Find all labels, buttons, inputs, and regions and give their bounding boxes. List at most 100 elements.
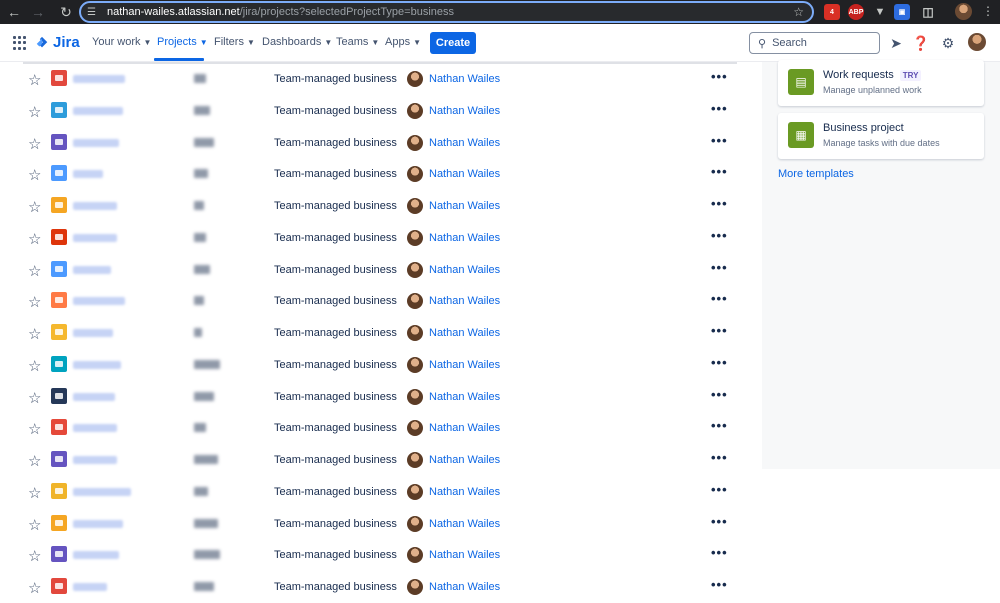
- project-avatar-icon[interactable]: [51, 419, 67, 436]
- vue-extension-icon[interactable]: ▼: [872, 4, 888, 20]
- favorite-star-icon[interactable]: ☆: [28, 166, 41, 184]
- more-actions-icon[interactable]: •••: [711, 291, 728, 306]
- translate-extension-icon[interactable]: ▣: [894, 4, 910, 20]
- project-avatar-icon[interactable]: [51, 260, 67, 277]
- more-actions-icon[interactable]: •••: [711, 228, 728, 243]
- project-avatar-icon[interactable]: [51, 101, 67, 118]
- project-lead-link[interactable]: Nathan Wailes: [429, 549, 500, 561]
- favorite-star-icon[interactable]: ☆: [28, 230, 41, 248]
- project-avatar-icon[interactable]: [51, 578, 67, 594]
- pdf-extension-icon[interactable]: 4: [824, 4, 840, 20]
- forward-icon[interactable]: →: [28, 2, 48, 22]
- project-avatar-icon[interactable]: [51, 133, 67, 150]
- reload-icon[interactable]: ↻: [56, 2, 76, 22]
- site-settings-icon[interactable]: ☰: [87, 7, 101, 18]
- project-lead-link[interactable]: Nathan Wailes: [429, 73, 500, 85]
- project-avatar-icon[interactable]: [51, 165, 67, 182]
- bookmark-star-icon[interactable]: ☆: [793, 5, 804, 19]
- extensions-puzzle-icon[interactable]: ◫: [920, 4, 936, 20]
- favorite-star-icon[interactable]: ☆: [28, 579, 41, 597]
- table-row[interactable]: ☆ Team-managed business Nathan Wailes •••: [0, 381, 740, 413]
- project-lead-link[interactable]: Nathan Wailes: [429, 454, 500, 466]
- settings-gear-icon[interactable]: ⚙: [940, 35, 956, 51]
- nav-apps[interactable]: Apps ▼: [385, 36, 421, 48]
- more-templates-link[interactable]: More templates: [778, 168, 854, 180]
- browser-menu-icon[interactable]: ⋮: [982, 4, 994, 18]
- favorite-star-icon[interactable]: ☆: [28, 420, 41, 438]
- project-lead-link[interactable]: Nathan Wailes: [429, 486, 500, 498]
- table-row[interactable]: ☆ Team-managed business Nathan Wailes •••: [0, 127, 740, 159]
- project-lead-link[interactable]: Nathan Wailes: [429, 264, 500, 276]
- more-actions-icon[interactable]: •••: [711, 101, 728, 116]
- project-name-redacted[interactable]: [73, 360, 121, 369]
- project-name-redacted[interactable]: [73, 329, 113, 337]
- more-actions-icon[interactable]: •••: [711, 196, 728, 211]
- project-lead-link[interactable]: Nathan Wailes: [429, 359, 500, 371]
- favorite-star-icon[interactable]: ☆: [28, 262, 41, 280]
- table-row[interactable]: ☆ Team-managed business Nathan Wailes •••: [0, 317, 740, 349]
- project-name-redacted[interactable]: [73, 170, 103, 179]
- project-avatar-icon[interactable]: [51, 355, 67, 372]
- nav-filters[interactable]: Filters ▼: [214, 36, 255, 48]
- create-button[interactable]: Create: [430, 32, 476, 54]
- project-lead-link[interactable]: Nathan Wailes: [429, 391, 500, 403]
- jira-logo[interactable]: Jira: [35, 34, 80, 51]
- project-avatar-icon[interactable]: [51, 546, 67, 563]
- nav-teams[interactable]: Teams ▼: [336, 36, 379, 48]
- project-lead-link[interactable]: Nathan Wailes: [429, 168, 500, 180]
- favorite-star-icon[interactable]: ☆: [28, 198, 41, 216]
- project-name-redacted[interactable]: [73, 456, 117, 464]
- project-lead-link[interactable]: Nathan Wailes: [429, 422, 500, 434]
- more-actions-icon[interactable]: •••: [711, 387, 728, 402]
- project-lead-link[interactable]: Nathan Wailes: [429, 200, 500, 212]
- favorite-star-icon[interactable]: ☆: [28, 389, 41, 407]
- more-actions-icon[interactable]: •••: [711, 545, 728, 560]
- project-avatar-icon[interactable]: [51, 482, 67, 499]
- table-row[interactable]: ☆ Team-managed business Nathan Wailes •••: [0, 285, 740, 317]
- project-avatar-icon[interactable]: [51, 514, 67, 531]
- user-avatar[interactable]: [968, 33, 986, 51]
- more-actions-icon[interactable]: •••: [711, 355, 728, 370]
- project-name-redacted[interactable]: [73, 297, 125, 306]
- project-name-redacted[interactable]: [73, 75, 125, 83]
- adblock-extension-icon[interactable]: ABP: [848, 4, 864, 20]
- favorite-star-icon[interactable]: ☆: [28, 325, 41, 343]
- table-row[interactable]: ☆ Team-managed business Nathan Wailes •••: [0, 412, 740, 444]
- table-row[interactable]: ☆ Team-managed business Nathan Wailes •••: [0, 158, 740, 190]
- project-avatar-icon[interactable]: [51, 197, 67, 213]
- table-row[interactable]: ☆ Team-managed business Nathan Wailes •••: [0, 476, 740, 508]
- project-avatar-icon[interactable]: [51, 228, 67, 245]
- help-icon[interactable]: ❓: [912, 35, 929, 51]
- more-actions-icon[interactable]: •••: [711, 164, 728, 179]
- more-actions-icon[interactable]: •••: [711, 482, 728, 497]
- table-row[interactable]: ☆ Team-managed business Nathan Wailes •••: [0, 444, 740, 476]
- back-icon[interactable]: ←: [4, 2, 24, 22]
- project-lead-link[interactable]: Nathan Wailes: [429, 327, 500, 339]
- project-name-redacted[interactable]: [73, 551, 119, 560]
- favorite-star-icon[interactable]: ☆: [28, 547, 41, 565]
- table-row[interactable]: ☆ Team-managed business Nathan Wailes •••: [0, 190, 740, 222]
- more-actions-icon[interactable]: •••: [711, 260, 728, 275]
- favorite-star-icon[interactable]: ☆: [28, 357, 41, 375]
- table-row[interactable]: ☆ Team-managed business Nathan Wailes •••: [0, 508, 740, 540]
- project-lead-link[interactable]: Nathan Wailes: [429, 518, 500, 530]
- project-lead-link[interactable]: Nathan Wailes: [429, 581, 500, 593]
- table-row[interactable]: ☆ Team-managed business Nathan Wailes •••: [0, 254, 740, 286]
- search-input[interactable]: ⚲ Search: [749, 32, 880, 54]
- table-row[interactable]: ☆ Team-managed business Nathan Wailes •••: [0, 63, 740, 95]
- project-name-redacted[interactable]: [73, 519, 123, 528]
- more-actions-icon[interactable]: •••: [711, 69, 728, 84]
- app-switcher-icon[interactable]: [13, 36, 27, 50]
- project-lead-link[interactable]: Nathan Wailes: [429, 232, 500, 244]
- favorite-star-icon[interactable]: ☆: [28, 484, 41, 502]
- project-name-redacted[interactable]: [73, 202, 117, 210]
- project-name-redacted[interactable]: [73, 583, 107, 591]
- project-avatar-icon[interactable]: [51, 451, 67, 467]
- favorite-star-icon[interactable]: ☆: [28, 293, 41, 311]
- table-row[interactable]: ☆ Team-managed business Nathan Wailes •••: [0, 95, 740, 127]
- project-name-redacted[interactable]: [73, 233, 117, 242]
- project-avatar-icon[interactable]: [51, 70, 67, 86]
- address-bar[interactable]: ☰ nathan-wailes.atlassian.net /jira/proj…: [79, 1, 814, 23]
- project-name-redacted[interactable]: [73, 138, 119, 147]
- project-name-redacted[interactable]: [73, 424, 117, 433]
